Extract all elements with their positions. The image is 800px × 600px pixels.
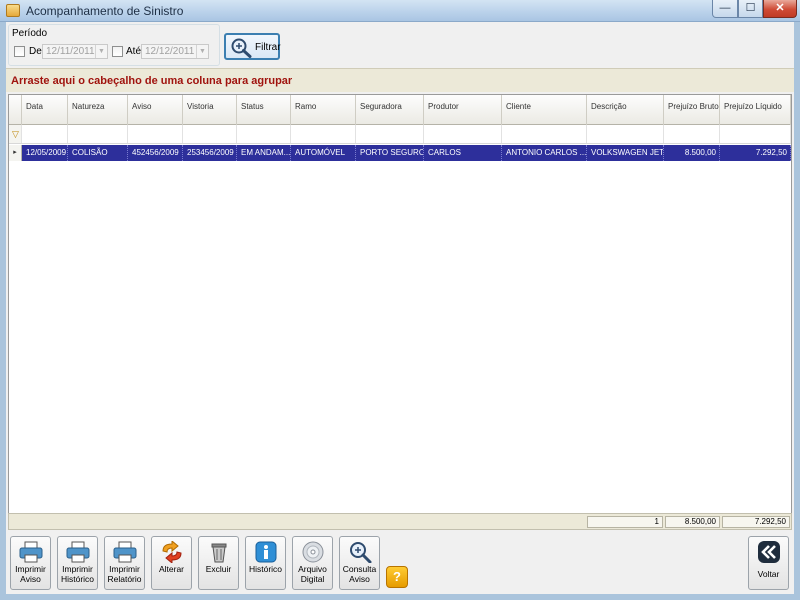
printer-icon [113,541,137,563]
app-icon [6,4,20,17]
excluir-label: Excluir [205,564,232,574]
column-header-produtor[interactable]: Produtor [424,95,502,125]
summary-bruto: 8.500,00 [665,516,720,528]
arquivo-digital-button[interactable]: Arquivo Digital [292,536,333,590]
grid-header: Data Natureza Aviso Vistoria Status Ramo… [9,95,791,125]
to-date-value: 12/12/2011 [145,46,195,57]
printer-icon [66,541,90,563]
cell-aviso[interactable]: 452456/2009 [128,145,183,161]
header-indicator [9,95,22,125]
consulta-aviso-button[interactable]: Consulta Aviso [339,536,380,590]
from-checkbox[interactable] [14,46,25,57]
to-date-picker[interactable]: 12/12/2011 ▼ [141,44,209,59]
imprimir-relatorio-button[interactable]: Imprimir Relatório [104,536,145,590]
cell-seguradora[interactable]: PORTO SEGURO [356,145,424,161]
filter-cell-descricao[interactable] [587,125,664,143]
imprimir-aviso-button[interactable]: Imprimir Aviso [10,536,51,590]
cell-prejuizo-bruto[interactable]: 8.500,00 [664,145,720,161]
cell-prejuizo-liquido[interactable]: 7.292,50 [720,145,791,161]
chevron-down-icon[interactable]: ▼ [196,45,208,58]
help-icon[interactable]: ? [386,566,408,588]
voltar-label: Voltar [757,569,780,579]
historico-label: Histórico [248,564,283,574]
column-header-ramo[interactable]: Ramo [291,95,356,125]
trash-icon [211,543,227,563]
from-date-value: 12/11/2011 [46,46,95,57]
group-by-panel[interactable]: Arraste aqui o cabeçalho de uma coluna p… [6,68,794,92]
voltar-button[interactable]: Voltar [748,536,789,590]
filter-button-label: Filtrar [255,42,281,53]
period-label: Período [12,28,48,39]
double-chevron-left-icon [758,541,780,563]
cell-vistoria[interactable]: 253456/2009 [183,145,237,161]
filter-cell-cliente[interactable] [502,125,587,143]
alterar-label: Alterar [158,564,185,574]
filter-cell-ramo[interactable] [291,125,356,143]
client-area: Período De 12/11/2011 ▼ Até 12/12/2011 ▼… [6,22,794,594]
cell-descricao[interactable]: VOLKSWAGEN JET... [587,145,664,161]
grid-filter-row: ▽ [9,125,791,144]
column-header-aviso[interactable]: Aviso [128,95,183,125]
cell-natureza[interactable]: COLISÃO [68,145,128,161]
imprimir-relatorio-label: Imprimir Relatório [107,564,142,584]
close-button[interactable]: ✕ [763,0,797,18]
cell-produtor[interactable]: CARLOS [424,145,502,161]
alterar-button[interactable]: Alterar [151,536,192,590]
column-header-cliente[interactable]: Cliente [502,95,587,125]
minimize-button[interactable]: — [712,0,738,18]
arquivo-digital-label: Arquivo Digital [298,564,327,584]
filter-cell-prejuizo-bruto[interactable] [664,125,720,143]
filter-cell-natureza[interactable] [68,125,128,143]
title-bar: Acompanhamento de Sinistro — ☐ ✕ [0,0,800,22]
summary-liquido: 7.292,50 [722,516,790,528]
imprimir-aviso-label: Imprimir Aviso [15,564,46,584]
claims-grid: Data Natureza Aviso Vistoria Status Ramo… [8,94,792,530]
table-row[interactable]: 12/05/2009 COLISÃO 452456/2009 253456/20… [9,145,791,161]
period-group: Período De 12/11/2011 ▼ Até 12/12/2011 ▼ [8,24,220,66]
column-header-prejuizo-liquido[interactable]: Prejuízo Líquido [720,95,791,125]
column-header-prejuizo-bruto[interactable]: Prejuízo Bruto [664,95,720,125]
column-header-seguradora[interactable]: Seguradora [356,95,424,125]
column-header-status[interactable]: Status [237,95,291,125]
summary-count: 1 [587,516,663,528]
cell-status[interactable]: EM ANDAM... [237,145,291,161]
info-icon [255,541,277,563]
row-indicator-icon: ▸ [9,145,22,161]
funnel-icon: ▽ [12,129,19,139]
column-header-natureza[interactable]: Natureza [68,95,128,125]
grid-summary-row: 1 8.500,00 7.292,50 [8,513,792,530]
column-header-data[interactable]: Data [22,95,68,125]
excluir-button[interactable]: Excluir [198,536,239,590]
filter-cell-seguradora[interactable] [356,125,424,143]
filter-cell-status[interactable] [237,125,291,143]
chevron-down-icon[interactable]: ▼ [95,45,107,58]
cell-cliente[interactable]: ANTONIO CARLOS ... [502,145,587,161]
printer-icon [19,541,43,563]
filter-cell-vistoria[interactable] [183,125,237,143]
historico-button[interactable]: Histórico [245,536,286,590]
cell-ramo[interactable]: AUTOMÓVEL [291,145,356,161]
cell-data[interactable]: 12/05/2009 [22,145,68,161]
maximize-button[interactable]: ☐ [738,0,763,18]
consulta-aviso-label: Consulta Aviso [342,564,377,584]
magnifier-icon [350,542,372,563]
from-label: De [29,46,42,57]
to-checkbox[interactable] [112,46,123,57]
window-title: Acompanhamento de Sinistro [26,4,184,18]
imprimir-historico-button[interactable]: Imprimir Histórico [57,536,98,590]
column-header-descricao[interactable]: Descrição [587,95,664,125]
filter-cell-produtor[interactable] [424,125,502,143]
cd-icon [302,541,324,563]
column-header-vistoria[interactable]: Vistoria [183,95,237,125]
to-label: Até [126,46,142,57]
magnifier-icon [231,38,252,58]
from-date-picker[interactable]: 12/11/2011 ▼ [42,44,108,59]
filter-cell-aviso[interactable] [128,125,183,143]
filter-cell-data[interactable] [22,125,68,143]
filter-row-indicator: ▽ [9,125,22,143]
filter-button[interactable]: Filtrar [224,33,281,60]
filter-cell-prejuizo-liquido[interactable] [720,125,791,143]
imprimir-historico-label: Imprimir Histórico [60,564,95,584]
refresh-arrows-icon [162,541,182,563]
